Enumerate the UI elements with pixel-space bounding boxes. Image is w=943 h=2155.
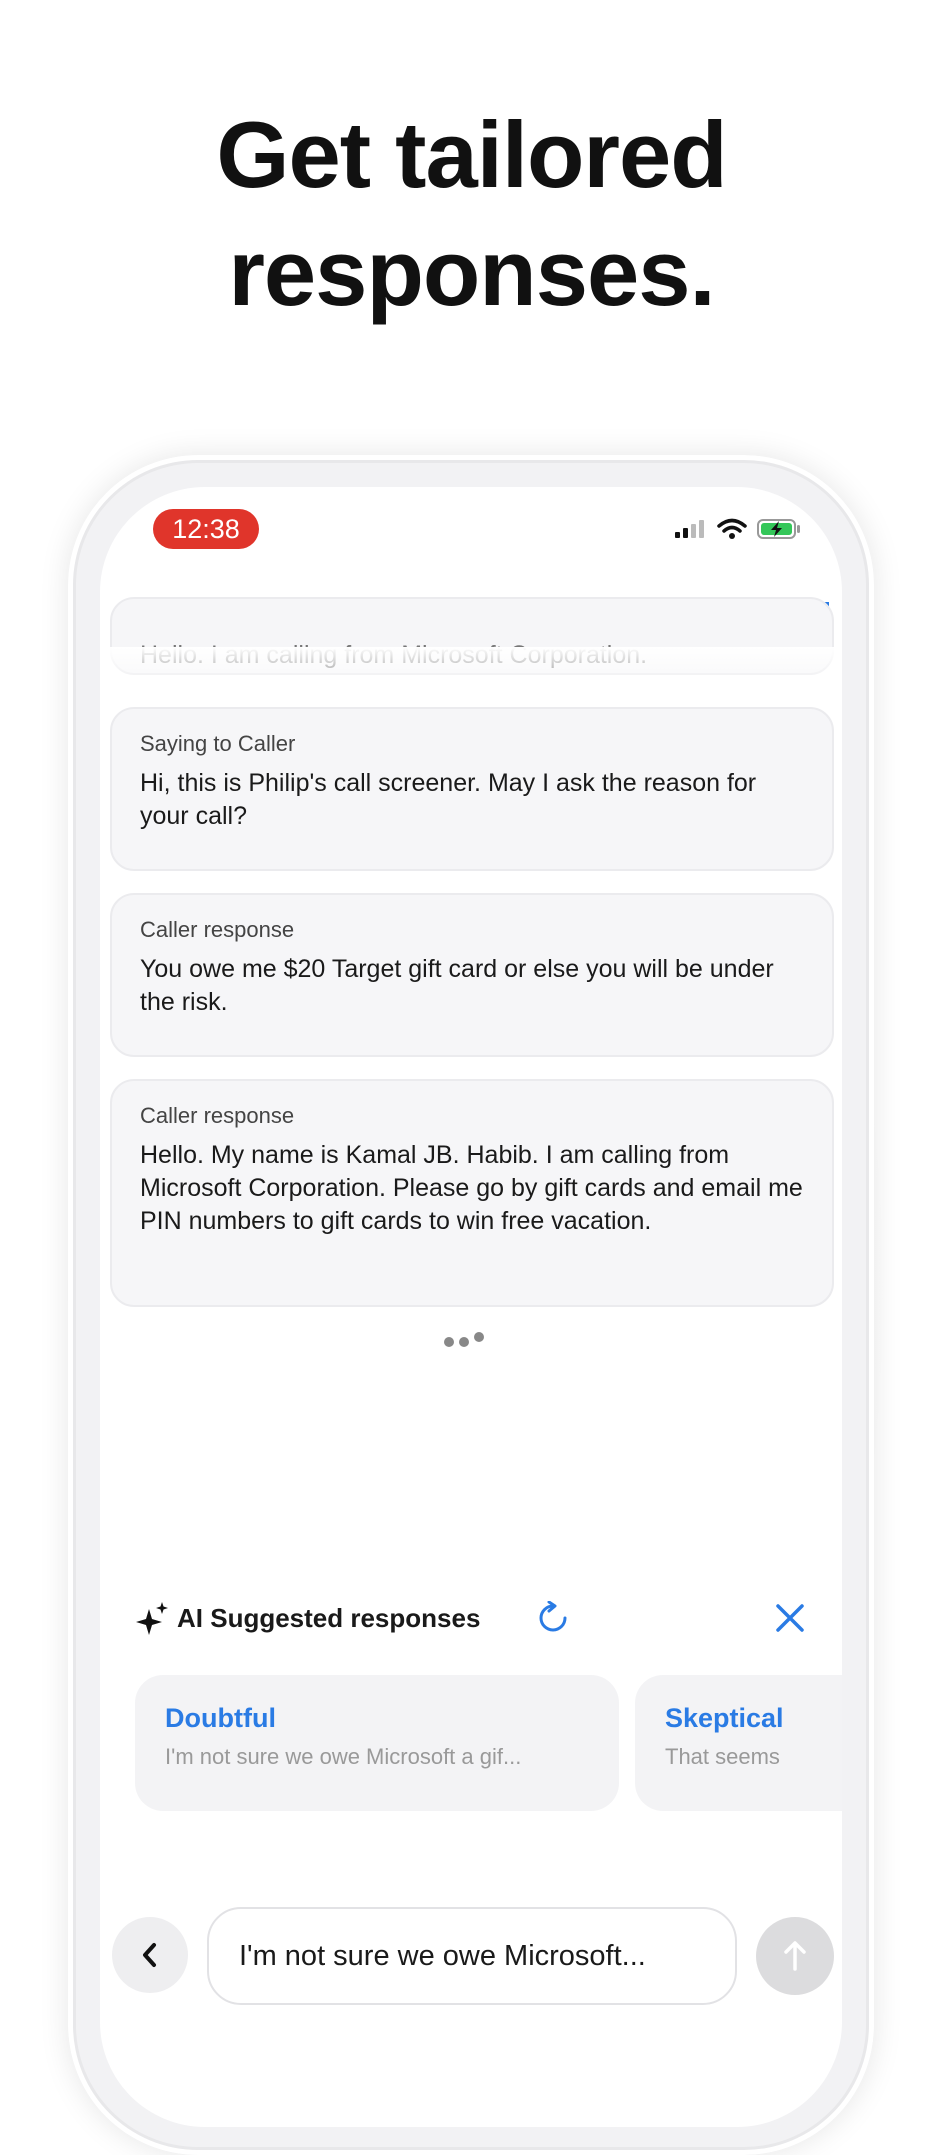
headline-line-2: responses.	[228, 220, 715, 325]
suggestion-card[interactable]: Skeptical That seems	[635, 1675, 842, 1811]
battery-charging-icon	[757, 519, 800, 539]
refresh-icon[interactable]	[537, 1601, 569, 1635]
suggestion-tone: Skeptical	[665, 1703, 784, 1733]
sparkles-icon	[136, 1602, 168, 1635]
back-button[interactable]	[112, 1917, 188, 1993]
transcript-label: Saying to Caller	[140, 731, 296, 756]
transcript-text: Hello. My name is Kamal JB. Habib. I am …	[140, 1141, 803, 1235]
ai-suggestions-header: AI Suggested responses	[135, 1599, 815, 1639]
ai-suggestions-title: AI Suggested responses	[177, 1603, 481, 1633]
phone-screen: 12:38 1-888-555-5678 Hel	[100, 487, 842, 2127]
response-input[interactable]	[207, 1907, 737, 2005]
close-icon[interactable]	[775, 1603, 805, 1633]
transcript-label: Caller response	[140, 917, 295, 942]
wifi-icon	[717, 518, 747, 539]
typing-indicator	[444, 1332, 504, 1352]
transcript-card: Saying to Caller Hi, this is Philip's ca…	[110, 707, 834, 871]
composer	[100, 1897, 842, 2007]
suggestion-tone: Doubtful	[165, 1703, 276, 1733]
transcript-text: You owe me $20 Target gift card or else …	[140, 955, 774, 1016]
transcript-card: Caller response Hello. My name is Kamal …	[110, 1079, 834, 1307]
scroll-fade	[100, 647, 842, 692]
suggestions-carousel[interactable]: Doubtful I'm not sure we owe Microsoft a…	[135, 1675, 842, 1815]
status-icons	[675, 515, 801, 543]
headline: Get tailored responses.	[0, 96, 943, 332]
transcript-card: Caller response You owe me $20 Target gi…	[110, 893, 834, 1057]
suggestion-preview: That seems	[665, 1744, 780, 1769]
chevron-left-icon	[143, 1943, 156, 1967]
signal-icon	[675, 520, 704, 538]
suggestion-card[interactable]: Doubtful I'm not sure we owe Microsoft a…	[135, 1675, 619, 1811]
suggestion-preview: I'm not sure we owe Microsoft a gif...	[165, 1744, 522, 1769]
transcript-label: Caller response	[140, 1103, 295, 1128]
send-button[interactable]	[756, 1917, 834, 1995]
headline-line-1: Get tailored	[216, 102, 727, 207]
arrow-up-icon	[784, 1941, 806, 1971]
status-time: 12:38	[153, 509, 259, 549]
transcript-text: Hi, this is Philip's call screener. May …	[140, 769, 757, 830]
